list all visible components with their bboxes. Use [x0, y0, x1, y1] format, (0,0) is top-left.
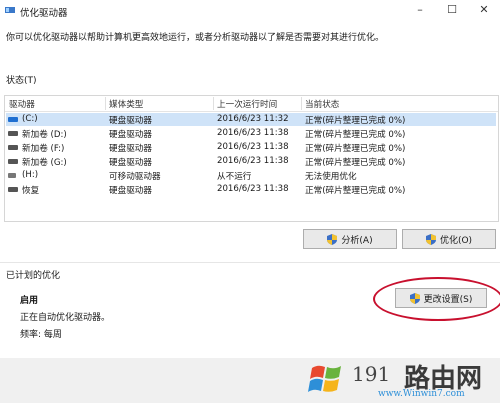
status-label: 状态(T) [6, 76, 37, 86]
table-row[interactable]: 恢复 硬盘驱动器 2016/6/23 11:38 正常(碎片整理已完成 0%) [6, 183, 496, 196]
scheduled-label: 已计划的优化 [6, 271, 61, 281]
scheduled-frequency: 频率: 每周 [20, 330, 62, 340]
drives-table: 驱动器 媒体类型 上一次运行时间 当前状态 (C:) 硬盘驱动器 2016/6/… [4, 95, 499, 222]
scheduled-state: 启用 [20, 296, 39, 306]
table-row[interactable]: (H:) 可移动驱动器 从不运行 无法使用优化 [6, 169, 496, 182]
analyze-button-label: 分析(A) [341, 235, 373, 246]
hdd-icon [8, 187, 18, 192]
divider [0, 262, 500, 263]
scheduled-detail: 正在自动优化驱动器。 [20, 313, 111, 323]
hdd-icon [8, 131, 18, 136]
table-header: 驱动器 媒体类型 上一次运行时间 当前状态 [5, 96, 498, 112]
maximize-button[interactable]: ☐ [436, 0, 468, 22]
table-row[interactable]: 新加卷 (D:) 硬盘驱动器 2016/6/23 11:38 正常(碎片整理已完… [6, 127, 496, 140]
hdd-icon [8, 159, 18, 164]
column-header[interactable]: 驱动器 [9, 98, 35, 110]
table-row[interactable]: 新加卷 (F:) 硬盘驱动器 2016/6/23 11:38 正常(碎片整理已完… [6, 141, 496, 154]
highlight-ring [373, 277, 500, 321]
hdd-icon [8, 145, 18, 150]
table-row[interactable]: (C:) 硬盘驱动器 2016/6/23 11:32 正常(碎片整理已完成 0%… [6, 113, 496, 126]
watermark-url: www.Winwin7.com [378, 389, 465, 399]
table-row[interactable]: 新加卷 (G:) 硬盘驱动器 2016/6/23 11:38 正常(碎片整理已完… [6, 155, 496, 168]
optimize-button[interactable]: 优化(O) [402, 229, 496, 249]
title-bar: 优化驱动器 – ☐ ✕ [0, 0, 500, 22]
description-text: 你可以优化驱动器以帮助计算机更高效地运行，或者分析驱动器以了解是否需要对其进行优… [6, 33, 385, 43]
analyze-button[interactable]: 分析(A) [303, 229, 397, 249]
window-title: 优化驱动器 [20, 8, 68, 19]
minimize-button[interactable]: – [404, 0, 436, 22]
close-button[interactable]: ✕ [468, 0, 500, 22]
shield-icon [425, 233, 436, 245]
column-header[interactable]: 当前状态 [305, 98, 339, 110]
usb-drive-icon [8, 173, 16, 178]
windows-drive-icon [8, 117, 18, 122]
column-header[interactable]: 上一次运行时间 [217, 98, 277, 110]
windows-logo-icon [308, 365, 341, 392]
defrag-icon [5, 7, 15, 13]
shield-icon [327, 233, 338, 245]
optimize-button-label: 优化(O) [439, 235, 473, 246]
watermark-number: 191 [352, 362, 391, 386]
column-header[interactable]: 媒体类型 [109, 98, 143, 110]
